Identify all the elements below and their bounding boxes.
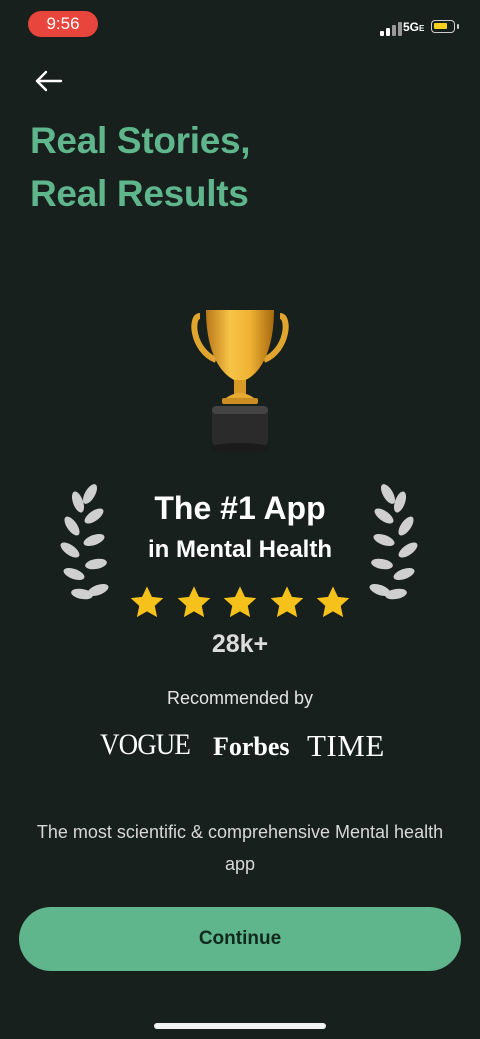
- arrow-left-icon: [35, 70, 63, 92]
- brand-logo-time: TIME: [307, 728, 385, 763]
- network-label: 5GE: [403, 20, 425, 34]
- star-icon: [130, 586, 164, 618]
- rating-stars: [128, 584, 352, 624]
- status-time: 9:56: [28, 11, 98, 37]
- app-description: The most scientific & comprehensive Ment…: [36, 822, 444, 874]
- star-icon: [223, 586, 257, 618]
- continue-button[interactable]: Continue: [19, 907, 461, 971]
- status-bar: 9:56 5GE: [0, 0, 480, 48]
- star-icon: [177, 586, 210, 618]
- brand-logo-vogue: VOGUE: [100, 728, 191, 761]
- star-icon: [316, 586, 350, 618]
- trophy-icon: [191, 310, 289, 453]
- page-title: Real Stories, Real Results: [30, 114, 450, 220]
- recommended-label: Recommended by: [166, 688, 314, 708]
- battery-icon: [431, 20, 459, 33]
- back-button[interactable]: [32, 64, 66, 98]
- brand-logo-forbes: Forbes: [213, 732, 290, 761]
- star-icon: [270, 586, 303, 618]
- home-indicator[interactable]: [154, 1023, 326, 1029]
- award-title: The #1 App: [154, 490, 326, 526]
- page-title-line1: Real Stories,: [30, 120, 251, 161]
- award-subtitle: in Mental Health: [147, 536, 333, 563]
- page-title-line2: Real Results: [30, 173, 249, 214]
- signal-icon: [380, 22, 402, 36]
- rating-count: 28k+: [211, 630, 269, 658]
